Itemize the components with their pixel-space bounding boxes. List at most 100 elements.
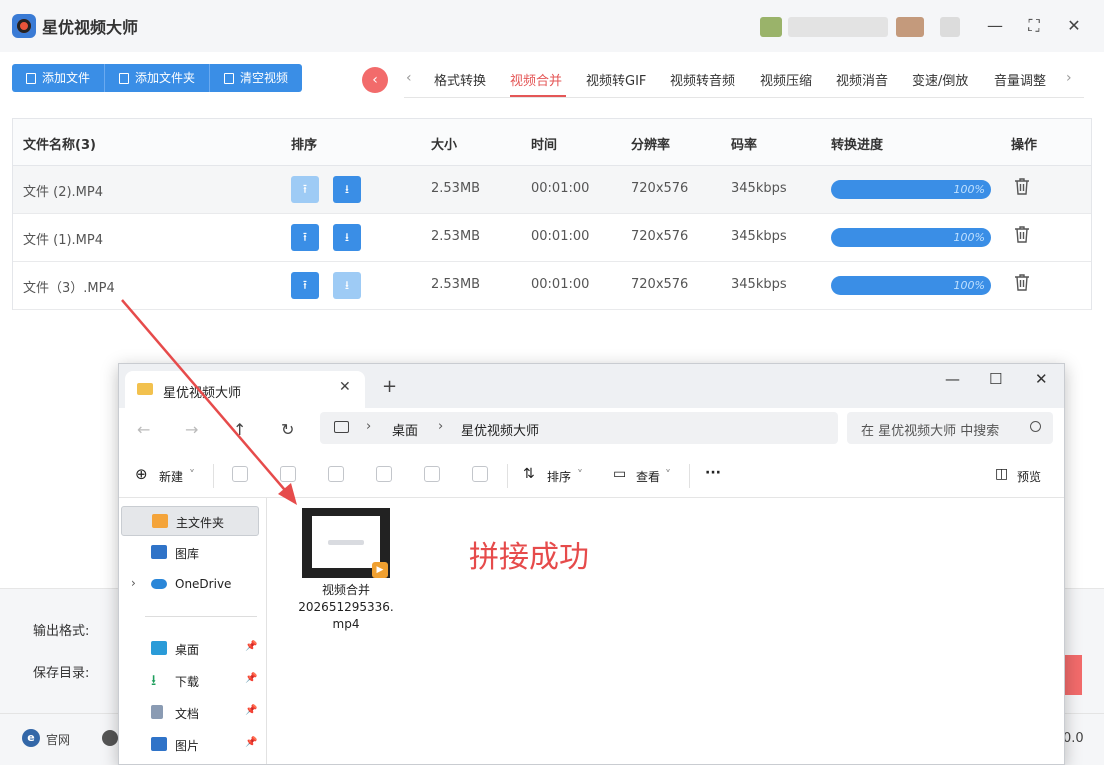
table-row[interactable]: 文件 (1).MP4 ⭱ ⭳ 2.53MB 00:01:00 720x576 3… <box>13 214 1091 262</box>
move-down-button[interactable]: ⭳ <box>333 224 361 251</box>
pin-icon[interactable]: 📌 <box>245 737 257 748</box>
maximize-icon[interactable]: ⛶ <box>1022 14 1046 38</box>
sidebar-item-desktop[interactable]: 桌面 📌 <box>121 634 259 664</box>
address-bar[interactable]: › 桌面 › 星优视频大师 <box>320 412 838 444</box>
file-icon <box>26 72 36 84</box>
tab-video-compress[interactable]: 视频压缩 <box>760 70 812 89</box>
pin-icon[interactable]: 📌 <box>245 673 257 684</box>
back-icon[interactable]: ← <box>137 420 150 439</box>
maximize-icon[interactable]: ☐ <box>989 370 1002 388</box>
tab-format-convert[interactable]: 格式转换 <box>434 70 486 89</box>
forward-icon[interactable]: → <box>185 420 198 439</box>
back-arrow-icon[interactable]: ‹ <box>362 67 388 93</box>
preview-button[interactable]: 预览 <box>1017 468 1041 485</box>
close-icon[interactable]: ✕ <box>1062 14 1086 38</box>
new-tab-icon[interactable]: + <box>382 376 397 397</box>
tab-video-to-gif[interactable]: 视频转GIF <box>586 70 646 89</box>
chevron-right-icon: › <box>366 419 372 434</box>
delete-icon[interactable] <box>472 466 488 482</box>
clear-video-button[interactable]: 清空视频 <box>210 64 303 92</box>
sidebar-item-label: 主文件夹 <box>176 516 225 530</box>
sidebar-item-downloads[interactable]: ⭳ 下载 📌 <box>121 666 259 696</box>
move-down-button[interactable]: ⭳ <box>333 272 361 299</box>
sidebar-item-onedrive[interactable]: › OneDrive <box>121 570 259 600</box>
view-button[interactable]: 查看 <box>636 468 660 485</box>
tab-volume-adjust[interactable]: 音量调整 <box>994 70 1046 89</box>
tab-video-to-audio[interactable]: 视频转音频 <box>670 70 735 89</box>
more-options-button[interactable]: ··· <box>705 465 721 481</box>
move-up-button[interactable]: ⭱ <box>291 272 319 299</box>
minimize-icon[interactable]: — <box>983 14 1007 38</box>
cloud-icon <box>151 579 167 589</box>
move-down-button[interactable]: ⭳ <box>333 176 361 203</box>
divider <box>507 464 508 488</box>
sort-button[interactable]: 排序 <box>547 468 571 485</box>
sidebar-item-label: 桌面 <box>175 643 200 657</box>
copy-icon[interactable] <box>280 466 296 482</box>
explorer-tab-title: 星优视频大师 <box>163 386 242 401</box>
chevron-right-icon: › <box>438 419 444 434</box>
cut-icon[interactable] <box>232 466 248 482</box>
video-file-name[interactable]: 视频合并 202651295336. mp4 <box>291 582 401 633</box>
table-row[interactable]: 文件 (2).MP4 ⭱ ⭳ 2.53MB 00:01:00 720x576 3… <box>13 166 1091 214</box>
tab-video-merge[interactable]: 视频合并 <box>510 70 562 89</box>
folder-icon <box>119 72 130 84</box>
website-icon[interactable]: e <box>22 729 40 747</box>
close-icon[interactable]: ✕ <box>1035 370 1048 388</box>
file-bitrate: 345kbps <box>731 277 787 292</box>
file-name-line: mp4 <box>332 617 360 631</box>
sidebar-item-pictures[interactable]: 图片 📌 <box>121 730 259 760</box>
sidebar-item-gallery[interactable]: 图库 <box>121 538 259 568</box>
breadcrumb-folder[interactable]: 星优视频大师 <box>461 420 539 439</box>
website-link[interactable]: 官网 <box>46 731 70 748</box>
pin-icon[interactable]: 📌 <box>245 705 257 716</box>
tab-speed-reverse[interactable]: 变速/倒放 <box>912 70 968 89</box>
picture-icon <box>151 737 167 751</box>
file-explorer-window: 星优视频大师 ✕ + — ☐ ✕ ← → ↑ ↻ › 桌面 › 星优视频大师 在… <box>118 363 1065 765</box>
search-input[interactable]: 在 星优视频大师 中搜索 <box>847 412 1053 444</box>
minimize-icon[interactable]: — <box>945 370 960 388</box>
file-resolution: 720x576 <box>631 277 689 292</box>
active-tab-indicator <box>510 95 566 97</box>
delete-icon[interactable] <box>1014 273 1030 291</box>
chevron-right-icon[interactable]: › <box>131 576 136 590</box>
breadcrumb-desktop[interactable]: 桌面 <box>392 420 418 439</box>
table-row[interactable]: 文件（3）.MP4 ⭱ ⭳ 2.53MB 00:01:00 720x576 34… <box>13 262 1091 310</box>
explorer-tab[interactable]: 星优视频大师 ✕ <box>125 371 365 408</box>
tab-video-mute[interactable]: 视频消音 <box>836 70 888 89</box>
computer-icon <box>334 421 349 433</box>
preview-pane-icon: ◫ <box>995 466 1009 482</box>
header-sort: 排序 <box>291 138 318 153</box>
start-merge-button[interactable] <box>1062 655 1082 695</box>
delete-icon[interactable] <box>1014 225 1030 243</box>
paste-icon[interactable] <box>328 466 344 482</box>
tab-scroll-left-icon[interactable]: ‹ <box>406 70 412 86</box>
share-icon[interactable] <box>424 466 440 482</box>
up-icon[interactable]: ↑ <box>233 420 246 439</box>
wechat-icon[interactable] <box>102 730 118 746</box>
sidebar-divider <box>145 616 257 617</box>
view-icon: ▭ <box>613 466 627 482</box>
video-file-thumbnail[interactable]: ▶ <box>302 508 390 578</box>
explorer-command-bar: ⊕ 新建 ˅ ⇅ 排序 ˅ ▭ 查看 ˅ ··· ◫ 预览 <box>119 454 1064 498</box>
sidebar-item-documents[interactable]: 文档 📌 <box>121 698 259 728</box>
header-action: 操作 <box>1011 138 1038 153</box>
add-file-button[interactable]: 添加文件 <box>12 64 106 92</box>
move-up-button[interactable]: ⭱ <box>291 224 319 251</box>
add-folder-button[interactable]: 添加文件夹 <box>105 64 211 92</box>
folder-icon <box>137 383 153 395</box>
sidebar-item-home[interactable]: 主文件夹 <box>121 506 259 536</box>
move-up-button[interactable]: ⭱ <box>291 176 319 203</box>
tab-scroll-right-icon[interactable]: › <box>1066 70 1072 86</box>
home-icon <box>152 514 168 528</box>
refresh-icon[interactable]: ↻ <box>281 420 294 439</box>
table-header: 文件名称(3) 排序 大小 时间 分辨率 码率 转换进度 操作 <box>13 119 1091 166</box>
pin-icon[interactable]: 📌 <box>245 641 257 652</box>
delete-icon[interactable] <box>1014 177 1030 195</box>
progress-bar: 100% <box>831 276 991 295</box>
new-button[interactable]: 新建 <box>159 468 183 485</box>
user-avatar-blurred[interactable] <box>760 17 970 37</box>
rename-icon[interactable] <box>376 466 392 482</box>
tab-close-icon[interactable]: ✕ <box>339 379 351 395</box>
video-preview <box>312 516 380 568</box>
